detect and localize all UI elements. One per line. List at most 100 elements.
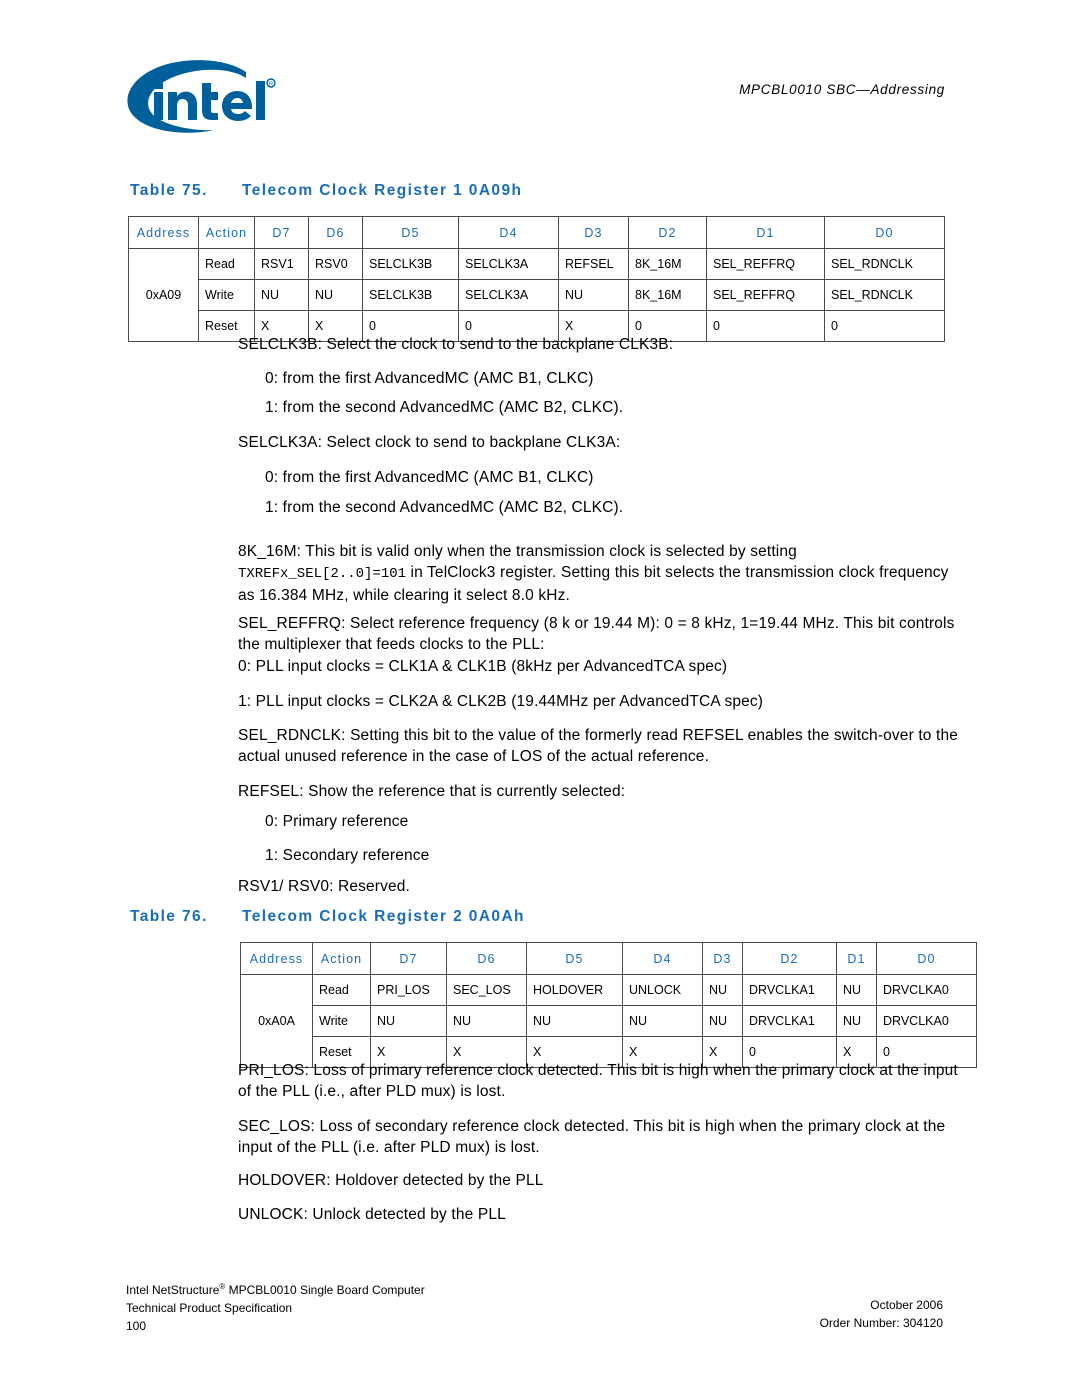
table-75-row-1-d5: SELCLK3B [362,279,459,311]
table-75-col-d1: D1 [706,216,825,249]
table-75-row-1-action: Write [198,279,255,311]
table-75-col-d0: D0 [824,216,945,249]
table-75-row-0-d7: RSV1 [254,248,309,280]
telecom-clock-register-2-table: Address Action D7 D6 D5 D4 D3 D2 D1 D0 0… [240,942,977,1068]
table-75-row-1-d0: SEL_RDNCLK [824,279,945,311]
table-76-row-0-d2: DRVCLKA1 [742,974,837,1006]
footer-order-number: Order Number: 304120 [819,1316,943,1330]
table-75-row-1-d7: NU [254,279,309,311]
paragraph-refsel: REFSEL: Show the reference that is curre… [238,783,626,800]
paragraph-unlock: UNLOCK: Unlock detected by the PLL [238,1206,506,1223]
footer-spec-line: Technical Product Specification [126,1301,293,1315]
table-76-row-1-d3: NU [702,1005,743,1037]
paragraph-sel-reffrq-0: 0: PLL input clocks = CLK1A & CLK1B (8kH… [238,658,728,675]
table-76-col-d1: D1 [836,942,877,975]
paragraph-sel-reffrq: SEL_REFFRQ: Select reference frequency (… [238,615,955,653]
header-document-title: MPCBL0010 SBC—Addressing [739,82,945,97]
paragraph-pri-los: PRI_LOS: Loss of primary reference clock… [238,1062,958,1100]
paragraph-sel-reffrq-1: 1: PLL input clocks = CLK2A & CLK2B (19.… [238,693,764,710]
table-75-row-1-d2: 8K_16M [628,279,707,311]
paragraph-8k-16m-part1: 8K_16M: This bit is valid only when the … [238,543,797,560]
table-76-caption: Table 76. Telecom Clock Register 2 0A0Ah [130,908,525,926]
paragraph-selclk3b-0: 0: from the first AdvancedMC (AMC B1, CL… [265,370,594,387]
footer-left-block: Intel NetStructure® MPCBL0010 Single Boa… [126,1278,425,1335]
paragraph-selclk3b: SELCLK3B: Select the clock to send to th… [238,336,674,353]
table-75-col-d6: D6 [308,216,363,249]
table-75-col-action: Action [198,216,255,249]
table-76-row-0-d6: SEC_LOS [446,974,527,1006]
page-header: R MPCBL0010 SBC—Addressing [0,0,1080,160]
table-75-caption-title: Telecom Clock Register 1 0A09h [242,182,523,199]
footer-product-name: Intel NetStructure [126,1283,220,1297]
footer-page-number: 100 [126,1319,147,1333]
table-row: 0xA0A Read PRI_LOS SEC_LOS HOLDOVER UNLO… [240,974,977,1068]
table-76-row-1-d0: DRVCLKA0 [876,1005,977,1037]
table-76-row-1-d4: NU [622,1005,703,1037]
table-75-row-0-d1: SEL_REFFRQ [706,248,825,280]
table-76-row-1-d7: NU [370,1005,447,1037]
table-75-row-1-d4: SELCLK3A [458,279,559,311]
table-75-caption-number: Table 75. [130,182,208,199]
table-75-col-d3: D3 [558,216,629,249]
table-75-row-0-action: Read [198,248,255,280]
table-76-header-row: Address Action D7 D6 D5 D4 D3 D2 D1 D0 [240,942,977,975]
paragraph-refsel-1: 1: Secondary reference [265,847,430,864]
paragraph-sel-rdnclk: SEL_RDNCLK: Setting this bit to the valu… [238,727,959,765]
table-76-col-d0: D0 [876,942,977,975]
svg-text:R: R [269,82,274,88]
table-row: Write NU NU NU NU NU DRVCLKA1 NU DRVCLKA… [241,1005,977,1037]
paragraph-holdover: HOLDOVER: Holdover detected by the PLL [238,1172,544,1189]
table-76-row-0-d3: NU [702,974,743,1006]
table-76-col-action: Action [312,942,371,975]
intel-logo: R [118,56,278,148]
table-76-col-d6: D6 [446,942,527,975]
table-75-row-0-d0: SEL_RDNCLK [824,248,945,280]
paragraph-rsv: RSV1/ RSV0: Reserved. [238,878,410,895]
table-76-row-0-d0: DRVCLKA0 [876,974,977,1006]
table-75-col-address: Address [128,216,199,249]
table-76-row-0-d7: PRI_LOS [370,974,447,1006]
footer-right-block: October 2006 Order Number: 304120 [820,1296,943,1332]
paragraph-selclk3a: SELCLK3A: Select clock to send to backpl… [238,434,621,451]
table-75-row-1-d1: SEL_REFFRQ [706,279,825,311]
table-row: 0xA09 Read RSV1 RSV0 SELCLK3B SELCLK3A R… [128,248,945,342]
table-75-col-d2: D2 [628,216,707,249]
footer-product-line: Intel NetStructure® MPCBL0010 Single Boa… [126,1278,425,1299]
table-75-col-d5: D5 [362,216,459,249]
table-76-caption-number: Table 76. [130,908,208,925]
table-75-row-1-d6: NU [308,279,363,311]
table-76-row-0-d5: HOLDOVER [526,974,623,1006]
table-76-row-1-d6: NU [446,1005,527,1037]
table-76-row-0-action: Read [312,974,371,1006]
paragraph-selclk3a-0: 0: from the first AdvancedMC (AMC B1, CL… [265,469,594,486]
paragraph-8k-16m: 8K_16M: This bit is valid only when the … [238,541,952,606]
table-75-header-row: Address Action D7 D6 D5 D4 D3 D2 D1 D0 [128,216,945,249]
paragraph-refsel-0: 0: Primary reference [265,813,409,830]
table-76-col-d4: D4 [622,942,703,975]
table-76-caption-title: Telecom Clock Register 2 0A0Ah [242,908,525,925]
footer-date: October 2006 [870,1298,943,1312]
table-76-col-address: Address [240,942,313,975]
table-76-row-1-d5: NU [526,1005,623,1037]
table-76-row-1-action: Write [312,1005,371,1037]
paragraph-8k-16m-code: TXREFx_SEL[2..0]=101 [238,566,407,582]
table-76-col-d5: D5 [526,942,623,975]
table-76-row-0-d4: UNLOCK [622,974,703,1006]
table-76-row-1-d1: NU [836,1005,877,1037]
table-76-col-d3: D3 [702,942,743,975]
table-76-row-0-d1: NU [836,974,877,1006]
table-75-row-0-d6: RSV0 [308,248,363,280]
table-75-col-d4: D4 [458,216,559,249]
table-76-col-d7: D7 [370,942,447,975]
paragraph-selclk3b-1: 1: from the second AdvancedMC (AMC B2, C… [265,399,624,416]
table-75-row-1-d3: NU [558,279,629,311]
table-row: Write NU NU SELCLK3B SELCLK3A NU 8K_16M … [129,279,945,311]
table-76-row-1-d2: DRVCLKA1 [742,1005,837,1037]
table-75-row-0-d5: SELCLK3B [362,248,459,280]
table-76-col-d2: D2 [742,942,837,975]
table-76-address-cell: 0xA0A [240,974,313,1068]
telecom-clock-register-1-table: Address Action D7 D6 D5 D4 D3 D2 D1 D0 0… [128,216,945,342]
paragraph-sec-los: SEC_LOS: Loss of secondary reference clo… [238,1118,946,1156]
table-75-row-0-d4: SELCLK3A [458,248,559,280]
table-75-address-cell: 0xA09 [128,248,199,342]
